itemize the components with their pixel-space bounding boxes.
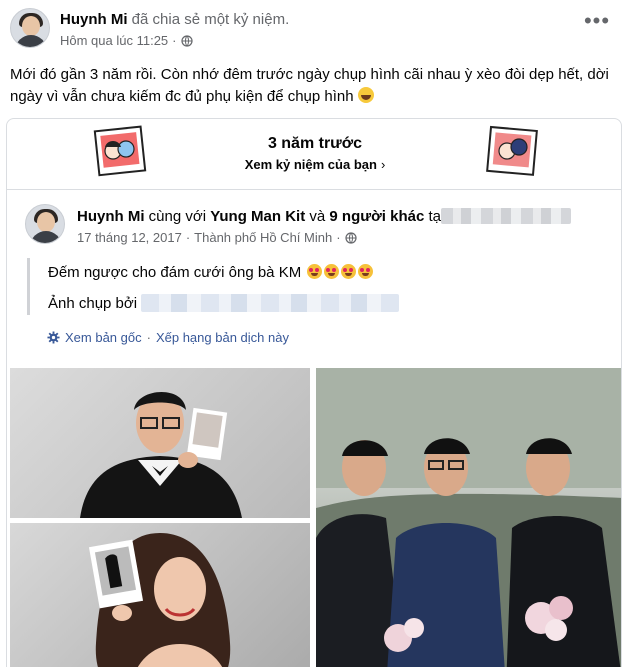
post-header: Huynh Mi đã chia sẻ một kỷ niệm. Hôm qua…: [10, 8, 616, 56]
groom-photo-illustration: [80, 391, 242, 518]
heart-eyes-emoji-icon: [358, 264, 374, 279]
photo-credit-label: Ảnh chụp bởi: [48, 295, 138, 312]
groomsmen-photo-illustration: [316, 368, 621, 667]
with-text: cùng với: [148, 208, 207, 225]
blurred-photographer: [141, 294, 400, 312]
author-name[interactable]: Huynh Mi: [60, 11, 128, 28]
more-options-button[interactable]: •••: [582, 10, 612, 38]
author-line: Huynh Mi đã chia sẻ một kỷ niệm.: [60, 11, 289, 28]
shared-author-avatar[interactable]: [25, 204, 65, 244]
bride-photo-illustration: [88, 533, 231, 667]
photo-groomsmen[interactable]: [316, 368, 621, 667]
caption-text: Đếm ngược cho đám cưới ông bà KM: [48, 264, 302, 281]
shared-author-name[interactable]: Huynh Mi: [77, 208, 145, 225]
tagged-person[interactable]: Yung Man Kit: [210, 208, 305, 225]
see-original-link[interactable]: Xem bản gốc: [65, 330, 142, 345]
photo-bride[interactable]: [10, 523, 310, 667]
laughing-emoji-icon: [357, 87, 374, 103]
see-memories-label: Xem kỷ niệm của bạn: [244, 157, 377, 172]
more-icon: •••: [583, 8, 611, 33]
shared-memory-post: Huynh Mi cùng với Yung Man Kit và 9 ngườ…: [7, 189, 621, 667]
blurred-location: [440, 208, 571, 224]
chevron-right-icon: ›: [380, 157, 386, 172]
shared-post-meta: 17 tháng 12, 2017 · Thành phố Hồ Chí Min…: [77, 230, 357, 245]
photo-grid: [7, 368, 621, 667]
post-timestamp[interactable]: Hôm qua lúc 11:25: [60, 33, 168, 48]
author-action: đã chia sẻ một kỷ niệm.: [131, 11, 290, 28]
dot-separator: ·: [146, 330, 151, 345]
gear-icon: [47, 331, 60, 344]
rate-translation-link[interactable]: Xếp hạng bản dịch này: [156, 330, 289, 345]
post-meta: Hôm qua lúc 11:25 ·: [60, 33, 193, 48]
at-text: tạ: [428, 208, 441, 225]
heart-eyes-emoji-icon: [307, 264, 323, 279]
shared-post-location[interactable]: Thành phố Hồ Chí Minh: [194, 230, 332, 245]
heart-eyes-emoji-icon: [324, 264, 340, 279]
photo-groom[interactable]: [10, 368, 310, 518]
globe-icon: [180, 34, 193, 47]
caption-line: Đếm ngược cho đám cưới ông bà KM: [48, 262, 447, 284]
translation-controls: Xem bản gốc · Xếp hạng bản dịch này: [47, 330, 289, 345]
author-avatar[interactable]: [10, 8, 50, 48]
meta-separator: ·: [185, 230, 191, 245]
others-link[interactable]: 9 người khác: [329, 208, 424, 225]
post-text: Mới đó gần 3 năm rồi. Còn nhớ đêm trước …: [10, 64, 616, 108]
meta-separator: ·: [172, 33, 177, 48]
post-body: Mới đó gần 3 năm rồi. Còn nhớ đêm trước …: [10, 66, 609, 105]
shared-post-date[interactable]: 17 tháng 12, 2017: [77, 230, 182, 245]
shared-post-header: Huynh Mi cùng với Yung Man Kit và 9 ngườ…: [25, 204, 615, 248]
credit-line: Ảnh chụp bởi: [48, 293, 447, 315]
and-text: và: [309, 208, 326, 225]
memory-card: 3 năm trước Xem kỷ niệm của bạn › Huynh M…: [6, 118, 622, 667]
meta-separator: ·: [336, 230, 341, 245]
memory-banner[interactable]: 3 năm trước Xem kỷ niệm của bạn ›: [7, 119, 621, 189]
globe-icon: [344, 231, 357, 244]
shared-author-line: Huynh Mi cùng với Yung Man Kit và 9 ngườ…: [77, 208, 617, 225]
memory-illustration-right-icon: [486, 125, 538, 176]
translated-caption: Đếm ngược cho đám cưới ông bà KM Ảnh chụ…: [27, 258, 447, 315]
heart-eyes-emoji-icon: [341, 264, 357, 279]
